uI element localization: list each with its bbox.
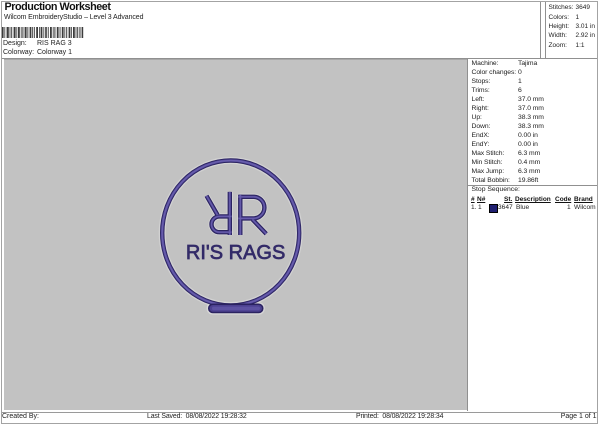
svg-text:RI'S RAGS: RI'S RAGS (186, 242, 285, 264)
